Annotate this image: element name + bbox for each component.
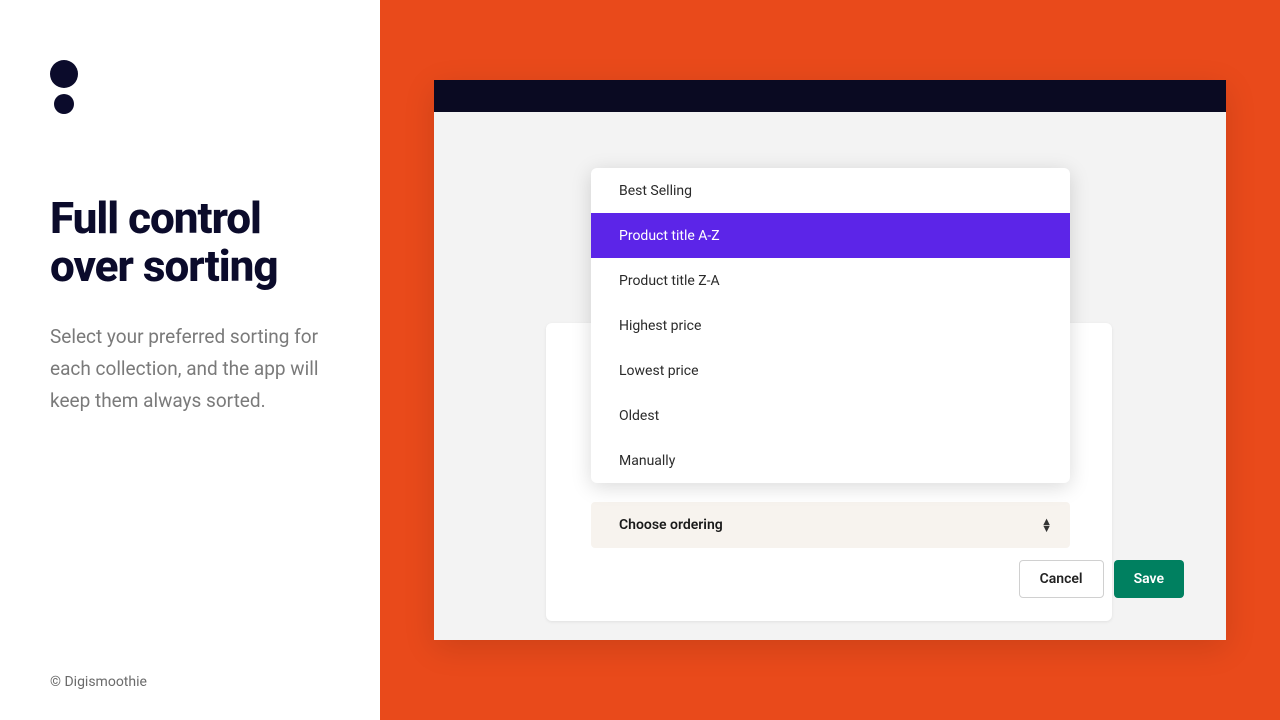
info-panel: Full control over sorting Select your pr… [0,0,380,720]
sorting-dropdown[interactable]: Best SellingProduct title A-ZProduct tit… [591,168,1070,483]
cancel-button[interactable]: Cancel [1019,560,1104,598]
select-chevrons-icon: ▲▼ [1041,518,1052,532]
footer-copyright: © Digismoothie [50,674,147,690]
ordering-select-label: Choose ordering [619,517,723,533]
sorting-option[interactable]: Manually [591,438,1070,483]
sorting-option[interactable]: Lowest price [591,348,1070,393]
sorting-option[interactable]: Highest price [591,303,1070,348]
ordering-select[interactable]: Choose ordering ▲▼ [591,502,1070,548]
window-titlebar [434,80,1226,112]
save-button[interactable]: Save [1114,560,1184,598]
button-row: Cancel Save [1019,560,1184,598]
headline: Full control over sorting [50,194,330,291]
sorting-option[interactable]: Product title Z-A [591,258,1070,303]
logo-dot-large [50,60,78,88]
subtext: Select your preferred sorting for each c… [50,321,330,418]
sorting-option[interactable]: Oldest [591,393,1070,438]
logo-dot-small [54,94,74,114]
app-window: Choose ordering ▲▼ Cancel Save Best Sell… [434,80,1226,640]
stage: Choose ordering ▲▼ Cancel Save Best Sell… [380,0,1280,720]
logo [50,60,330,114]
sorting-option[interactable]: Product title A-Z [591,213,1070,258]
sorting-option[interactable]: Best Selling [591,168,1070,213]
